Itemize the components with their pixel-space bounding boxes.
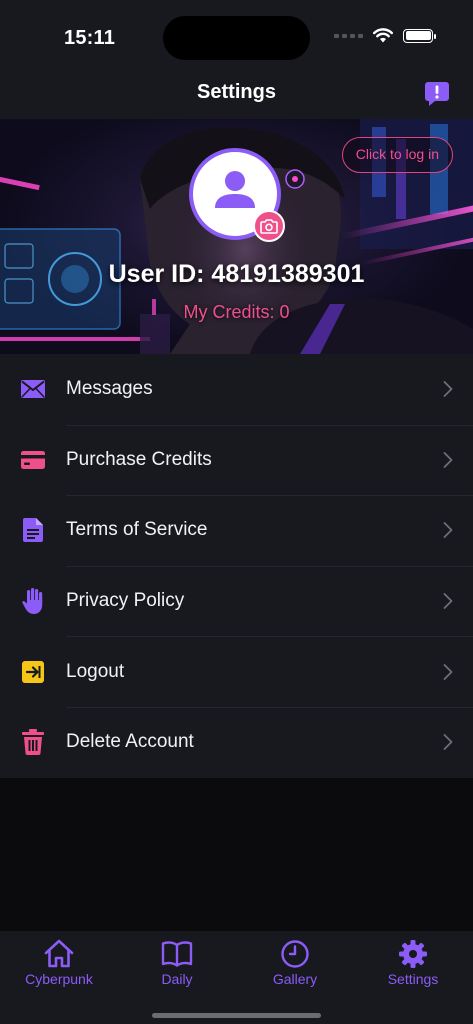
login-button[interactable]: Click to log in — [341, 137, 453, 173]
tab-label: Cyberpunk — [25, 971, 93, 987]
tab-label: Settings — [387, 971, 439, 987]
settings-menu: Messages Purchase Credits Terms of Servi… — [0, 354, 473, 778]
tab-label: Daily — [161, 971, 193, 987]
camera-button[interactable] — [253, 210, 285, 242]
chevron-right-icon — [443, 734, 453, 751]
tab-bar: Cyberpunk Daily Gallery Settings — [0, 931, 473, 1024]
camera-icon — [260, 219, 278, 234]
menu-item-delete-account[interactable]: Delete Account — [0, 706, 473, 778]
chevron-right-icon — [443, 593, 453, 609]
chevron-right-icon — [443, 381, 453, 398]
dynamic-island — [163, 16, 310, 60]
battery-icon — [403, 28, 436, 43]
credit-card-icon — [21, 448, 45, 472]
status-bar: 15:11 — [0, 0, 473, 70]
clock-icon — [280, 939, 310, 969]
chevron-right-icon — [443, 522, 453, 539]
menu-item-label: Messages — [66, 378, 153, 400]
wifi-icon — [373, 28, 393, 43]
credits-label: My Credits: 0 — [183, 302, 290, 322]
status-time: 15:11 — [64, 27, 116, 49]
tab-gallery[interactable]: Gallery — [236, 931, 354, 1001]
user-id-label: User ID: 48191389301 — [108, 260, 365, 288]
nav-bar: Settings — [0, 70, 473, 119]
menu-item-purchase-credits[interactable]: Purchase Credits — [0, 424, 473, 496]
tab-settings[interactable]: Settings — [354, 931, 472, 1001]
menu-item-label: Privacy Policy — [66, 590, 185, 612]
feedback-button[interactable] — [423, 80, 451, 108]
menu-item-label: Purchase Credits — [66, 448, 212, 470]
tab-cyberpunk[interactable]: Cyberpunk — [0, 931, 118, 1001]
trash-icon — [21, 729, 45, 756]
menu-item-terms-of-service[interactable]: Terms of Service — [0, 495, 473, 566]
envelope-icon — [21, 377, 45, 401]
home-indicator — [152, 1013, 321, 1018]
tab-label: Gallery — [272, 971, 318, 987]
menu-item-label: Delete Account — [66, 731, 194, 753]
avatar[interactable] — [189, 148, 285, 242]
hand-icon — [21, 588, 45, 615]
menu-item-label: Terms of Service — [66, 519, 208, 541]
person-icon — [215, 171, 255, 208]
menu-item-privacy-policy[interactable]: Privacy Policy — [0, 565, 473, 637]
signal-icon — [334, 33, 363, 38]
page-title: Settings — [197, 81, 276, 103]
home-icon — [43, 939, 75, 969]
chevron-right-icon — [443, 663, 453, 680]
tab-daily[interactable]: Daily — [118, 931, 236, 1001]
logout-arrow-icon — [21, 660, 45, 684]
exclamation-bubble-icon — [425, 82, 449, 106]
menu-item-logout[interactable]: Logout — [0, 636, 473, 707]
menu-item-label: Logout — [66, 660, 125, 682]
status-icons — [334, 28, 436, 43]
book-icon — [161, 939, 193, 969]
gear-icon — [398, 939, 428, 969]
document-icon — [21, 518, 45, 543]
menu-item-messages[interactable]: Messages — [0, 354, 473, 425]
profile-banner: Click to log in User ID: 48191389301 My … — [0, 119, 473, 354]
chevron-right-icon — [443, 451, 453, 468]
